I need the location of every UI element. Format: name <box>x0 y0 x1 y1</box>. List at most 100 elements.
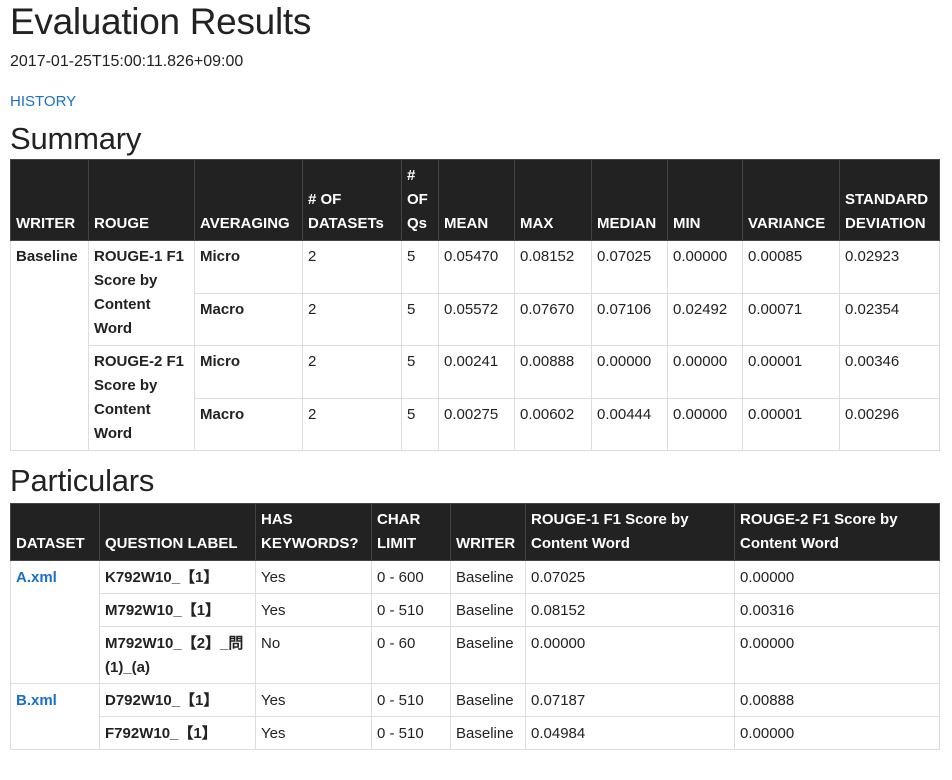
summary-datasets-cell: 2 <box>302 292 402 346</box>
summary-max-cell: 0.00888 <box>514 345 592 399</box>
particulars-heading: Particulars <box>10 463 155 498</box>
question-label-cell: K792W10_【1】 <box>99 560 256 594</box>
summary-averaging-cell: Macro <box>194 292 303 346</box>
particulars-row: B.xml D792W10_【1】 Yes 0 - 510 Baseline 0… <box>10 683 940 750</box>
summary-col-mean: MEAN <box>438 159 515 241</box>
summary-header-row: WRITER ROUGE AVERAGING # OF DATASETs # O… <box>10 159 940 241</box>
char-limit-cell: 0 - 510 <box>371 716 451 750</box>
summary-col-min: MIN <box>667 159 743 241</box>
summary-qs-cell: 5 <box>401 345 439 399</box>
summary-col-writer: WRITER <box>10 159 89 241</box>
char-limit-cell: 0 - 600 <box>371 560 451 594</box>
summary-mean-cell: 0.05572 <box>438 292 515 346</box>
summary-col-median: MEDIAN <box>591 159 668 241</box>
has-keywords-cell: Yes <box>255 593 372 627</box>
writer-cell: Baseline <box>450 593 526 627</box>
particulars-row: M792W10_【1】 Yes 0 - 510 Baseline 0.08152… <box>11 593 940 627</box>
particulars-header-row: DATASET QUESTION LABEL HAS KEYWORDS? CHA… <box>10 503 940 561</box>
summary-variance-cell: 0.00071 <box>742 292 840 346</box>
summary-datasets-cell: 2 <box>302 345 402 399</box>
particulars-row: A.xml K792W10_【1】 Yes 0 - 600 Baseline 0… <box>10 560 940 684</box>
page-title: Evaluation Results <box>10 1 312 42</box>
summary-averaging-cell: Micro <box>194 240 303 294</box>
particulars-col-char-limit: CHAR LIMIT <box>371 503 451 561</box>
summary-variance-cell: 0.00085 <box>742 240 840 294</box>
timestamp: 2017-01-25T15:00:11.826+09:00 <box>10 53 244 70</box>
writer-cell: Baseline <box>450 626 526 684</box>
summary-mean-cell: 0.00275 <box>438 397 515 451</box>
summary-col-averaging: AVERAGING <box>194 159 303 241</box>
rouge2-cell: 0.00000 <box>734 626 940 684</box>
rouge2-cell: 0.00888 <box>734 683 940 717</box>
question-label-cell: M792W10_【2】_問(1)_(a) <box>99 626 256 684</box>
summary-qs-cell: 5 <box>401 240 439 294</box>
summary-variance-cell: 0.00001 <box>742 397 840 451</box>
summary-median-cell: 0.00000 <box>591 345 668 399</box>
summary-stddev-cell: 0.02354 <box>839 292 940 346</box>
dataset-link[interactable]: B.xml <box>10 683 100 750</box>
dataset-link[interactable]: A.xml <box>10 560 100 684</box>
particulars-table: DATASET QUESTION LABEL HAS KEYWORDS? CHA… <box>10 503 940 750</box>
summary-stddev-cell: 0.00346 <box>839 345 940 399</box>
summary-row: Baseline ROUGE-1 F1 Score by Content Wor… <box>10 240 940 451</box>
summary-median-cell: 0.07106 <box>591 292 668 346</box>
has-keywords-cell: Yes <box>255 683 372 717</box>
rouge2-cell: 0.00000 <box>734 560 940 594</box>
particulars-col-question-label: QUESTION LABEL <box>99 503 256 561</box>
summary-datasets-cell: 2 <box>302 397 402 451</box>
char-limit-cell: 0 - 510 <box>371 593 451 627</box>
summary-stddev-cell: 0.02923 <box>839 240 940 294</box>
summary-datasets-cell: 2 <box>302 240 402 294</box>
summary-variance-cell: 0.00001 <box>742 345 840 399</box>
summary-col-datasets: # OF DATASETs <box>302 159 402 241</box>
summary-min-cell: 0.02492 <box>667 292 743 346</box>
history-link[interactable]: HISTORY <box>10 93 76 110</box>
char-limit-cell: 0 - 60 <box>371 626 451 684</box>
summary-col-stddev: STANDARD DEVIATION <box>839 159 940 241</box>
particulars-col-rouge2: ROUGE-2 F1 Score by Content Word <box>734 503 940 561</box>
summary-col-variance: VARIANCE <box>742 159 840 241</box>
rouge1-cell: 0.07025 <box>525 560 735 594</box>
summary-median-cell: 0.07025 <box>591 240 668 294</box>
char-limit-cell: 0 - 510 <box>371 683 451 717</box>
particulars-row: F792W10_【1】 Yes 0 - 510 Baseline 0.04984… <box>11 716 940 750</box>
particulars-col-dataset: DATASET <box>10 503 100 561</box>
summary-median-cell: 0.00444 <box>591 397 668 451</box>
rouge1-cell: 0.08152 <box>525 593 735 627</box>
question-label-cell: F792W10_【1】 <box>99 716 256 750</box>
rouge1-cell: 0.00000 <box>525 626 735 684</box>
summary-min-cell: 0.00000 <box>667 345 743 399</box>
writer-cell: Baseline <box>450 683 526 717</box>
has-keywords-cell: Yes <box>255 716 372 750</box>
summary-mean-cell: 0.05470 <box>438 240 515 294</box>
writer-cell: Baseline <box>450 716 526 750</box>
summary-stddev-cell: 0.00296 <box>839 397 940 451</box>
summary-mean-cell: 0.00241 <box>438 345 515 399</box>
summary-rouge-cell: ROUGE-1 F1 Score by Content Word <box>88 240 195 346</box>
rouge2-cell: 0.00316 <box>734 593 940 627</box>
summary-averaging-cell: Micro <box>194 345 303 399</box>
question-label-cell: M792W10_【1】 <box>99 593 256 627</box>
has-keywords-cell: No <box>255 626 372 684</box>
summary-row: ROUGE-2 F1 Score by Content Word Micro 2… <box>11 345 940 451</box>
rouge2-cell: 0.00000 <box>734 716 940 750</box>
summary-qs-cell: 5 <box>401 292 439 346</box>
summary-col-qs: # OF Qs <box>401 159 439 241</box>
summary-averaging-cell: Macro <box>194 397 303 451</box>
particulars-col-rouge1: ROUGE-1 F1 Score by Content Word <box>525 503 735 561</box>
particulars-col-has-keywords: HAS KEYWORDS? <box>255 503 372 561</box>
summary-min-cell: 0.00000 <box>667 240 743 294</box>
summary-heading: Summary <box>10 121 142 156</box>
particulars-row: M792W10_【2】_問(1)_(a) No 0 - 60 Baseline … <box>11 626 940 684</box>
rouge1-cell: 0.07187 <box>525 683 735 717</box>
particulars-col-writer: WRITER <box>450 503 526 561</box>
summary-max-cell: 0.08152 <box>514 240 592 294</box>
summary-writer-cell: Baseline <box>10 240 89 451</box>
summary-table: WRITER ROUGE AVERAGING # OF DATASETs # O… <box>10 159 940 451</box>
question-label-cell: D792W10_【1】 <box>99 683 256 717</box>
summary-rouge-cell: ROUGE-2 F1 Score by Content Word <box>88 345 195 451</box>
writer-cell: Baseline <box>450 560 526 594</box>
summary-max-cell: 0.00602 <box>514 397 592 451</box>
summary-qs-cell: 5 <box>401 397 439 451</box>
summary-col-max: MAX <box>514 159 592 241</box>
